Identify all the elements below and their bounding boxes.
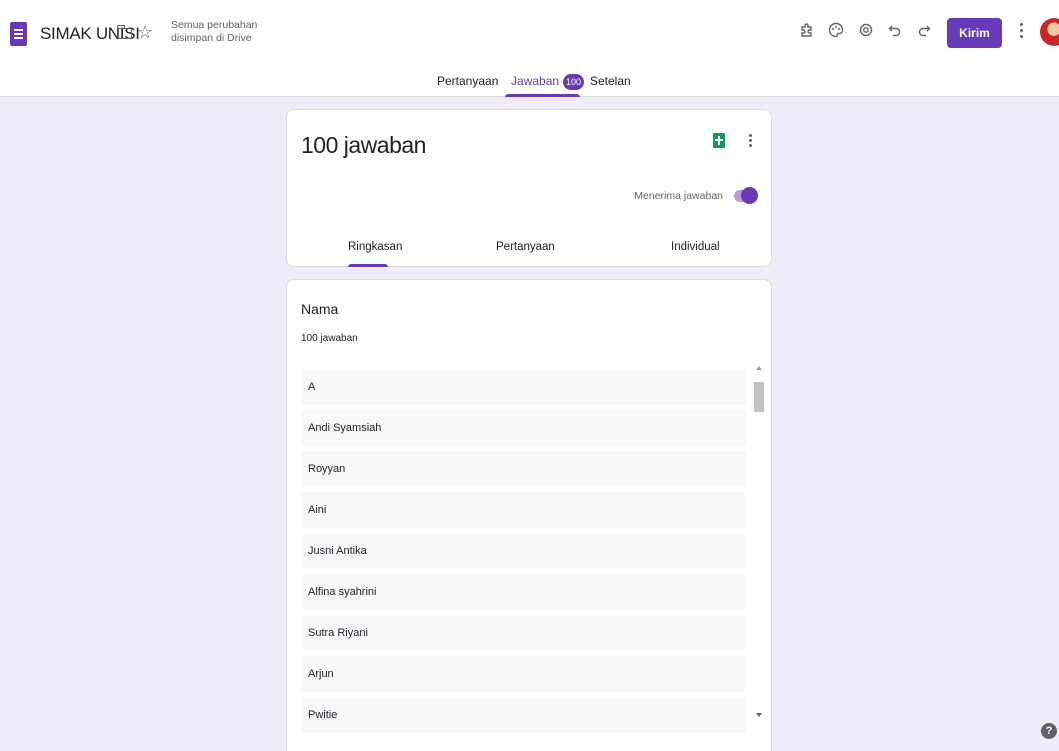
list-item: Royyan bbox=[301, 451, 746, 487]
question-title: Nama bbox=[301, 301, 339, 317]
toolbar: SIMAK UNISI ☆ Semua perubahan disimpan d… bbox=[0, 8, 1059, 58]
active-subtab-indicator bbox=[348, 264, 388, 267]
more-vert-icon[interactable] bbox=[747, 132, 753, 150]
more-vert-icon[interactable] bbox=[1014, 20, 1028, 44]
list-item: A bbox=[301, 369, 746, 405]
tab-setelan[interactable]: Setelan bbox=[590, 74, 631, 88]
main-tabs: Pertanyaan Jawaban 100 Setelan bbox=[0, 64, 1059, 97]
response-list: A Andi Syamsiah Royyan Aini Jusni Antika… bbox=[301, 369, 746, 738]
subtab-ringkasan[interactable]: Ringkasan bbox=[348, 241, 402, 253]
question-response-count: 100 jawaban bbox=[301, 333, 358, 344]
accepting-responses-label: Menerima jawaban bbox=[634, 190, 723, 202]
toggle-knob[interactable] bbox=[741, 187, 758, 204]
list-item: Arjun bbox=[301, 656, 746, 692]
undo-icon[interactable] bbox=[884, 21, 906, 43]
sheets-icon[interactable] bbox=[713, 133, 725, 148]
response-count-title: 100 jawaban bbox=[301, 132, 426, 158]
scroll-up-icon[interactable] bbox=[756, 366, 762, 370]
subtab-pertanyaan[interactable]: Pertanyaan bbox=[496, 241, 555, 253]
help-icon[interactable]: ? bbox=[1041, 723, 1057, 739]
palette-icon[interactable] bbox=[825, 21, 847, 43]
tab-jawaban-label: Jawaban bbox=[511, 74, 560, 89]
scroll-down-icon[interactable] bbox=[756, 713, 762, 717]
tab-pertanyaan[interactable]: Pertanyaan bbox=[437, 74, 498, 88]
save-status: Semua perubahan disimpan di Drive bbox=[171, 19, 258, 44]
list-item: Pwitie bbox=[301, 697, 746, 733]
top-header: SIMAK UNISI ☆ Semua perubahan disimpan d… bbox=[0, 0, 1059, 97]
active-tab-indicator bbox=[505, 94, 580, 97]
preview-icon[interactable] bbox=[855, 21, 877, 43]
list-item: Jusni Antika bbox=[301, 533, 746, 569]
scroll-thumb[interactable] bbox=[754, 382, 764, 412]
list-item: Andi Syamsiah bbox=[301, 410, 746, 446]
list-item: Alfina syahrini bbox=[301, 574, 746, 610]
forms-logo-icon[interactable] bbox=[10, 22, 27, 46]
response-count-badge: 100 bbox=[563, 74, 585, 90]
folder-icon[interactable] bbox=[117, 25, 132, 39]
responses-summary-card: 100 jawaban Menerima jawaban Ringkasan P… bbox=[286, 109, 772, 267]
avatar[interactable] bbox=[1040, 18, 1059, 46]
addon-icon[interactable] bbox=[796, 21, 818, 43]
star-icon[interactable]: ☆ bbox=[137, 21, 153, 43]
response-list-scrollbar[interactable] bbox=[753, 366, 765, 722]
list-item: Sutra Riyani bbox=[301, 615, 746, 651]
question-summary-card: Nama 100 jawaban A Andi Syamsiah Royyan … bbox=[286, 279, 772, 751]
list-item: Aini bbox=[301, 492, 746, 528]
redo-icon[interactable] bbox=[913, 21, 935, 43]
subtab-individual[interactable]: Individual bbox=[671, 241, 720, 253]
send-button[interactable]: Kirim bbox=[947, 18, 1002, 48]
tab-jawaban[interactable]: Jawaban 100 bbox=[511, 74, 585, 90]
